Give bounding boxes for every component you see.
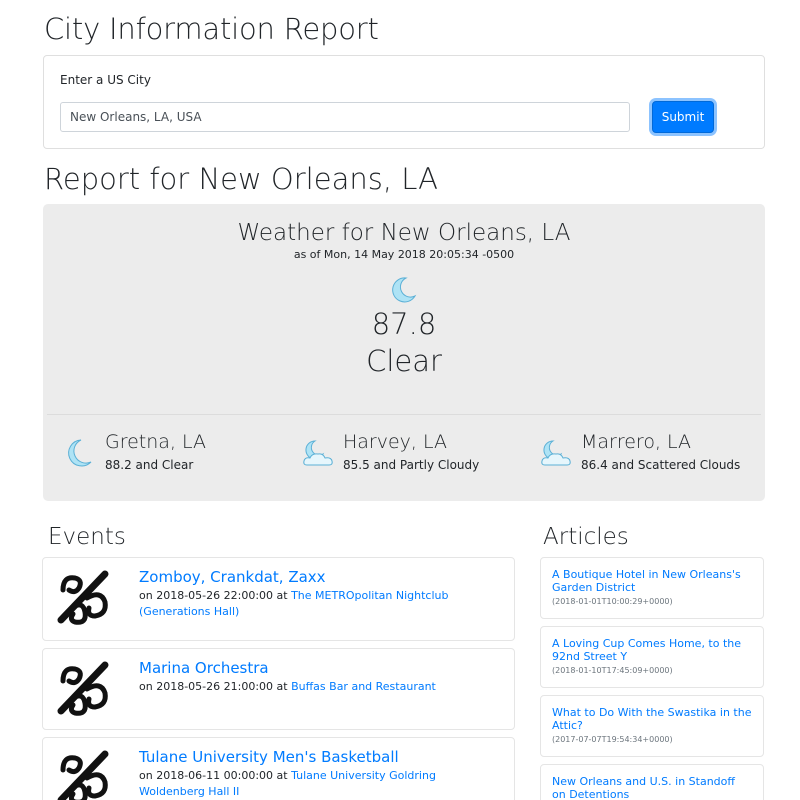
event-name-link[interactable]: Zomboy, Crankdat, Zaxx <box>139 568 326 586</box>
article-card: A Boutique Hotel in New Orleans's Garden… <box>540 557 764 619</box>
moon-icon <box>68 439 92 467</box>
event-name-link[interactable]: Marina Orchestra <box>139 659 269 677</box>
weather-title: Weather for New Orleans, LA <box>237 220 571 246</box>
article-card: A Loving Cup Comes Home, to the 92nd Str… <box>540 626 764 688</box>
weather-panel: Weather for New Orleans, LA as of Mon, 1… <box>43 204 765 501</box>
nearby-city-name: Gretna, LA <box>105 431 207 453</box>
nearby-city-name: Harvey, LA <box>343 431 448 453</box>
events-title: Events <box>48 524 126 550</box>
article-date: (2018-01-10T17:45:09+0000) <box>552 666 673 675</box>
article-card: What to Do With the Swastika in the Atti… <box>540 695 764 757</box>
article-title-link[interactable]: What to Do With the Swastika in the Atti… <box>552 706 752 732</box>
moon-icon <box>392 277 417 303</box>
ticket-logo-icon <box>57 750 109 800</box>
event-card: Tulane University Men's Basketball on 20… <box>42 737 515 800</box>
article-date: (2018-01-01T10:00:29+0000) <box>552 597 673 606</box>
article-card: New Orleans and U.S. in Standoff on Dete… <box>540 764 764 800</box>
article-title-link[interactable]: A Boutique Hotel in New Orleans's Garden… <box>552 568 752 594</box>
event-datetime: on 2018-05-26 21:00:00 at <box>139 680 292 693</box>
article-title-link[interactable]: A Loving Cup Comes Home, to the 92nd Str… <box>552 637 752 663</box>
ticket-logo-icon <box>57 661 109 716</box>
event-datetime: on 2018-05-26 22:00:00 at <box>139 589 292 602</box>
city-label: Enter a US City <box>60 73 151 87</box>
weather-divider <box>47 414 761 415</box>
nearby-city-weather: 88.2 and Clear <box>105 458 194 472</box>
weather-timestamp: as of Mon, 14 May 2018 20:05:34 -0500 <box>293 248 515 261</box>
event-venue-link[interactable]: Buffas Bar and Restaurant <box>291 680 436 693</box>
article-title-link[interactable]: New Orleans and U.S. in Standoff on Dete… <box>552 775 752 800</box>
event-card: Marina Orchestra on 2018-05-26 21:00:00 … <box>42 648 515 730</box>
nearby-city-gretna: Gretna, LA 88.2 and Clear <box>63 431 293 481</box>
nearby-city-marrero: Marrero, LA 86.4 and Scattered Clouds <box>539 431 759 481</box>
cloud-moon-icon <box>303 440 333 466</box>
ticket-logo-icon <box>57 570 109 625</box>
report-title: Report for New Orleans, LA <box>44 162 438 196</box>
event-details: on 2018-05-26 22:00:00 at The METROpolit… <box>139 588 504 620</box>
nearby-city-weather: 85.5 and Partly Cloudy <box>343 458 480 472</box>
weather-condition: Clear <box>366 344 442 378</box>
city-form: Enter a US City Submit <box>43 55 765 149</box>
event-details: on 2018-05-26 21:00:00 at Buffas Bar and… <box>139 679 504 695</box>
city-input[interactable] <box>60 102 630 132</box>
nearby-city-name: Marrero, LA <box>581 431 692 453</box>
page-title: City Information Report <box>44 12 379 46</box>
submit-button[interactable]: Submit <box>652 101 714 133</box>
event-name-link[interactable]: Tulane University Men's Basketball <box>139 748 399 766</box>
cloud-moon-icon <box>541 440 571 466</box>
nearby-city-harvey: Harvey, LA 85.5 and Partly Cloudy <box>301 431 531 481</box>
event-details: on 2018-06-11 00:00:00 at Tulane Univers… <box>139 768 504 800</box>
event-card: Zomboy, Crankdat, Zaxx on 2018-05-26 22:… <box>42 557 515 641</box>
nearby-city-weather: 86.4 and Scattered Clouds <box>581 458 741 472</box>
event-datetime: on 2018-06-11 00:00:00 at <box>139 769 292 782</box>
articles-title: Articles <box>543 524 629 550</box>
weather-temperature: 87.8 <box>371 307 437 341</box>
article-date: (2017-07-07T19:54:34+0000) <box>552 735 673 744</box>
